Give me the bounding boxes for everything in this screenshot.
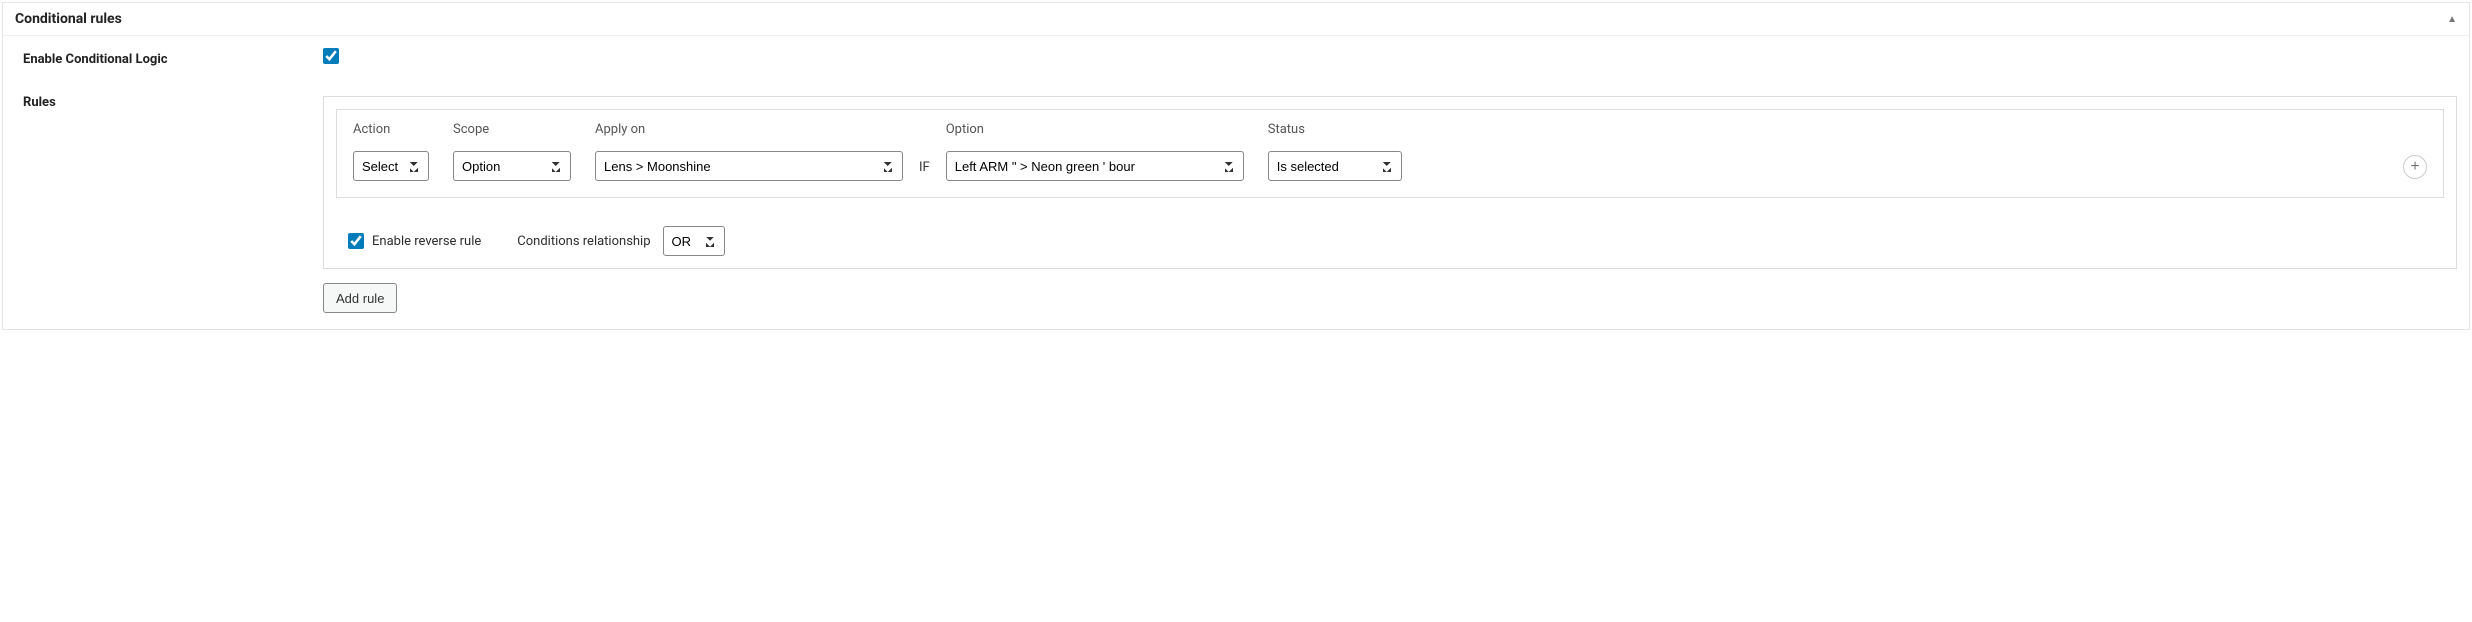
collapse-caret-icon[interactable]: ▲ bbox=[2447, 14, 2457, 25]
reverse-rule-checkbox[interactable] bbox=[348, 233, 364, 249]
option-field: Option Left ARM " > Neon green ' bour bbox=[946, 122, 1244, 181]
status-field: Status Is selected bbox=[1268, 122, 1402, 181]
relationship-wrap: Conditions relationship OR bbox=[517, 226, 724, 256]
panel-body: Enable Conditional Logic Rules Action Se… bbox=[3, 36, 2469, 329]
action-field: Action Select bbox=[353, 122, 429, 181]
option-header: Option bbox=[946, 122, 1244, 137]
conditional-rules-panel: Conditional rules ▲ Enable Conditional L… bbox=[2, 2, 2470, 330]
scope-header: Scope bbox=[453, 122, 571, 137]
rules-label: Rules bbox=[23, 95, 299, 110]
rule-grid: Action Select Scope Option bbox=[353, 122, 2427, 181]
content-column: Action Select Scope Option bbox=[315, 48, 2457, 317]
rules-container: Action Select Scope Option bbox=[323, 96, 2457, 269]
scope-field: Scope Option bbox=[453, 122, 571, 181]
relationship-label: Conditions relationship bbox=[517, 234, 650, 249]
apply-on-header: Apply on bbox=[595, 122, 903, 137]
status-header: Status bbox=[1268, 122, 1402, 137]
scope-select[interactable]: Option bbox=[453, 151, 571, 181]
labels-column: Enable Conditional Logic Rules bbox=[15, 48, 315, 317]
panel-header[interactable]: Conditional rules ▲ bbox=[3, 3, 2469, 36]
enable-logic-label: Enable Conditional Logic bbox=[23, 52, 299, 67]
relationship-select[interactable]: OR bbox=[663, 226, 725, 256]
action-select[interactable]: Select bbox=[353, 151, 429, 181]
reverse-rule-wrap[interactable]: Enable reverse rule bbox=[348, 233, 481, 249]
panel-title: Conditional rules bbox=[15, 11, 122, 27]
plus-icon: + bbox=[2410, 159, 2419, 175]
reverse-rule-label: Enable reverse rule bbox=[372, 234, 481, 249]
if-label: IF bbox=[919, 160, 930, 181]
apply-on-select[interactable]: Lens > Moonshine bbox=[595, 151, 903, 181]
enable-logic-checkbox[interactable] bbox=[323, 48, 339, 64]
add-condition-button[interactable]: + bbox=[2403, 155, 2427, 179]
apply-on-field: Apply on Lens > Moonshine bbox=[595, 122, 903, 181]
rule-row: Action Select Scope Option bbox=[336, 109, 2444, 198]
add-rule-button[interactable]: Add rule bbox=[323, 283, 397, 313]
action-header: Action bbox=[353, 122, 429, 137]
option-select[interactable]: Left ARM " > Neon green ' bour bbox=[946, 151, 1244, 181]
rule-footer: Enable reverse rule Conditions relations… bbox=[336, 210, 2444, 268]
status-select[interactable]: Is selected bbox=[1268, 151, 1402, 181]
